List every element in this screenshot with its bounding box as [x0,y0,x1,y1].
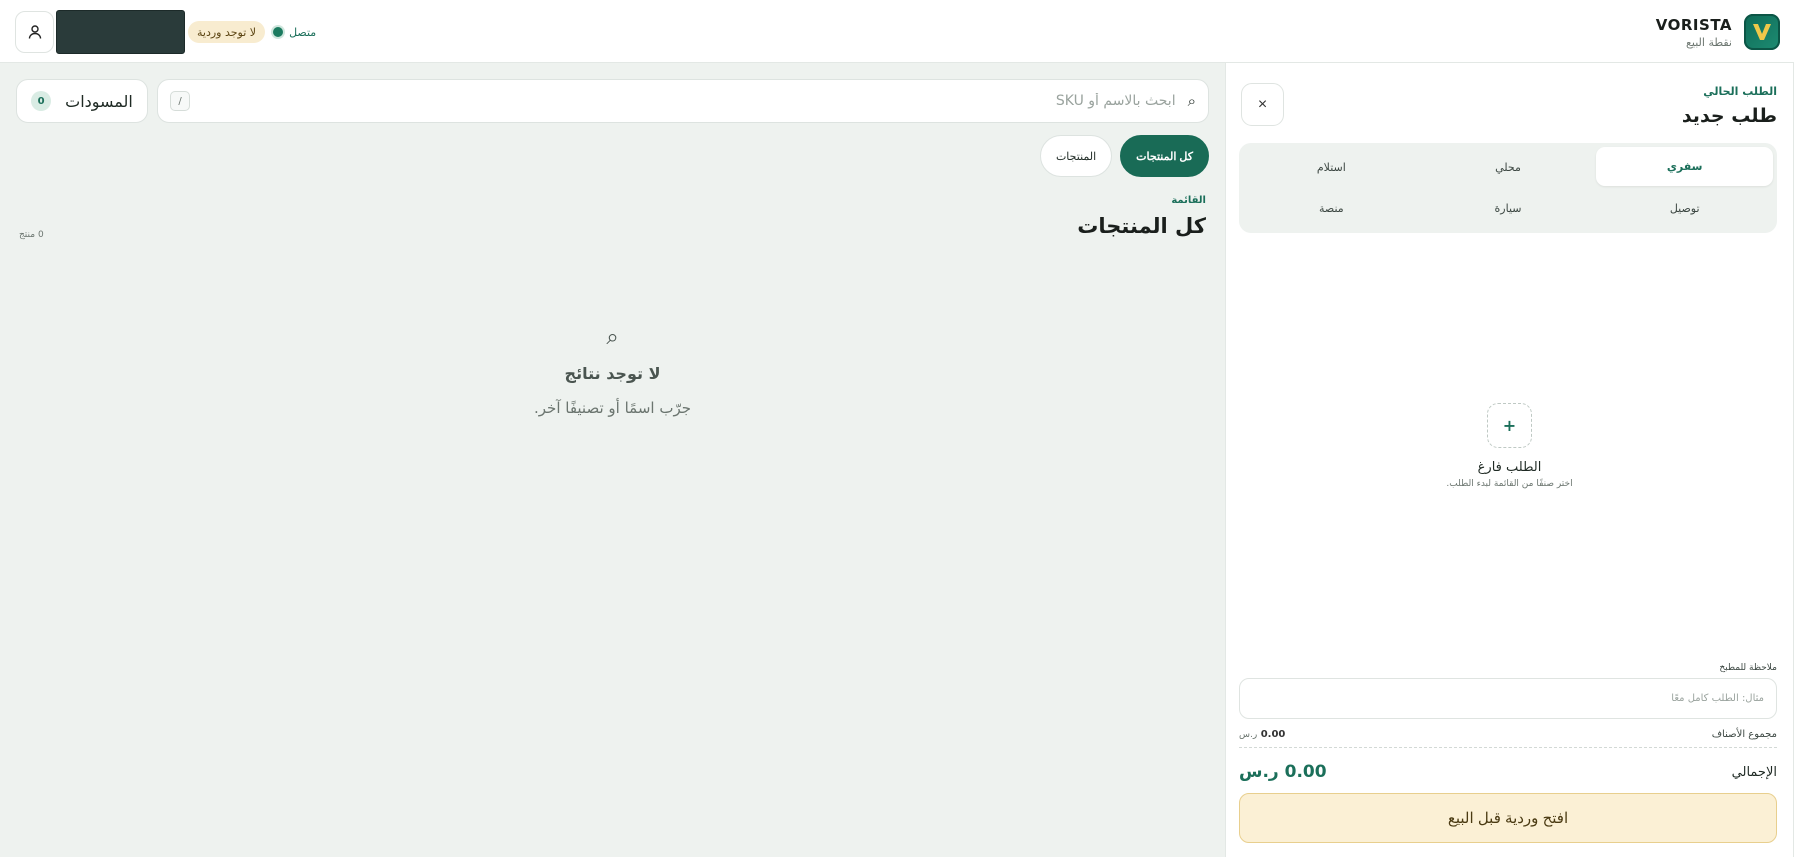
empty-order-title: الطلب فارغ [1477,460,1542,475]
order-title: طلب جديد [1681,105,1777,127]
open-shift-button[interactable]: افتح وردية قبل البيع [1239,793,1777,843]
connection-status: متصل [273,26,316,39]
subtotal-value: 0.00 [1260,729,1286,740]
header-actions: لا توجد وردية متصل [15,10,316,54]
order-type-pickup[interactable]: استلام [1243,147,1420,188]
chip-all-products[interactable]: كل المنتجات [1120,135,1209,177]
section-title: كل المنتجات [1077,214,1206,238]
close-icon: × [1257,95,1268,113]
subtotal-label: مجموع الأصناف [1711,729,1777,740]
connection-status-label: متصل [289,25,317,39]
kitchen-note-label: ملاحظة للمطبخ [1719,663,1777,673]
status-dot-icon [273,27,284,37]
order-type-dine-in[interactable]: محلي [1420,147,1597,188]
category-chips: كل المنتجات المنتجات [1039,135,1209,177]
shift-status-badge: لا توجد وردية [188,21,266,43]
search-input[interactable] [190,93,1176,109]
close-order-button[interactable]: × [1241,83,1284,126]
no-results-title: لا توجد نتائج [564,364,661,383]
subtotal-currency: ر.س [1239,730,1258,740]
logo-icon [1744,14,1780,50]
order-label: الطلب الحالي [1703,85,1777,98]
add-item-icon: + [1487,403,1532,448]
drafts-label: المسودات [65,91,133,111]
drafts-button[interactable]: المسودات 0 [16,79,148,123]
empty-order-state: + الطلب فارغ اختر صنفًا من القائمة لبدء … [1226,403,1793,489]
brand-subtitle: نقطة البيع [1686,35,1732,49]
search-shortcut-hint: / [170,91,190,111]
product-search: ⌕ / [157,79,1209,123]
order-type-delivery[interactable]: توصيل [1596,188,1773,229]
order-type-platform[interactable]: منصة [1243,188,1420,229]
user-button[interactable] [15,11,54,53]
order-panel: الطلب الحالي طلب جديد × سفري محلي استلام… [1225,63,1794,857]
search-icon: ⌕ [1187,92,1196,110]
search-icon: ⌕ [606,325,619,350]
order-type-selector: سفري محلي استلام توصيل سيارة منصة [1239,143,1777,233]
chip-products[interactable]: المنتجات [1039,135,1113,177]
redacted-block [56,10,185,54]
drafts-count-badge: 0 [31,91,52,111]
top-bar: VORISTA نقطة البيع لا توجد وردية متصل [0,0,1794,63]
product-count: 0 منتج [19,230,44,240]
order-type-car[interactable]: سيارة [1420,188,1597,229]
total-label: الإجمالي [1731,764,1777,780]
kitchen-note-input[interactable] [1239,678,1777,719]
empty-order-subtitle: اختر صنفًا من القائمة لبدء الطلب. [1446,479,1573,489]
order-type-takeaway[interactable]: سفري [1596,147,1773,186]
total-value: 0.00 ر.س [1239,762,1327,782]
brand: VORISTA نقطة البيع [1656,14,1780,50]
subtotal-value-group: 0.00 ر.س [1239,729,1285,740]
brand-name: VORISTA [1655,15,1732,34]
no-results-subtitle: جرّب اسمًا أو تصنيفًا آخر. [534,399,692,417]
no-results-state: ⌕ لا توجد نتائج جرّب اسمًا أو تصنيفًا آخ… [0,325,1225,417]
section-label: القائمة [1171,195,1206,206]
user-icon [28,25,41,39]
subtotal-row: مجموع الأصناف 0.00 ر.س [1239,729,1777,748]
brand-text: VORISTA نقطة البيع [1656,16,1732,49]
total-row: الإجمالي 0.00 ر.س [1239,762,1777,782]
